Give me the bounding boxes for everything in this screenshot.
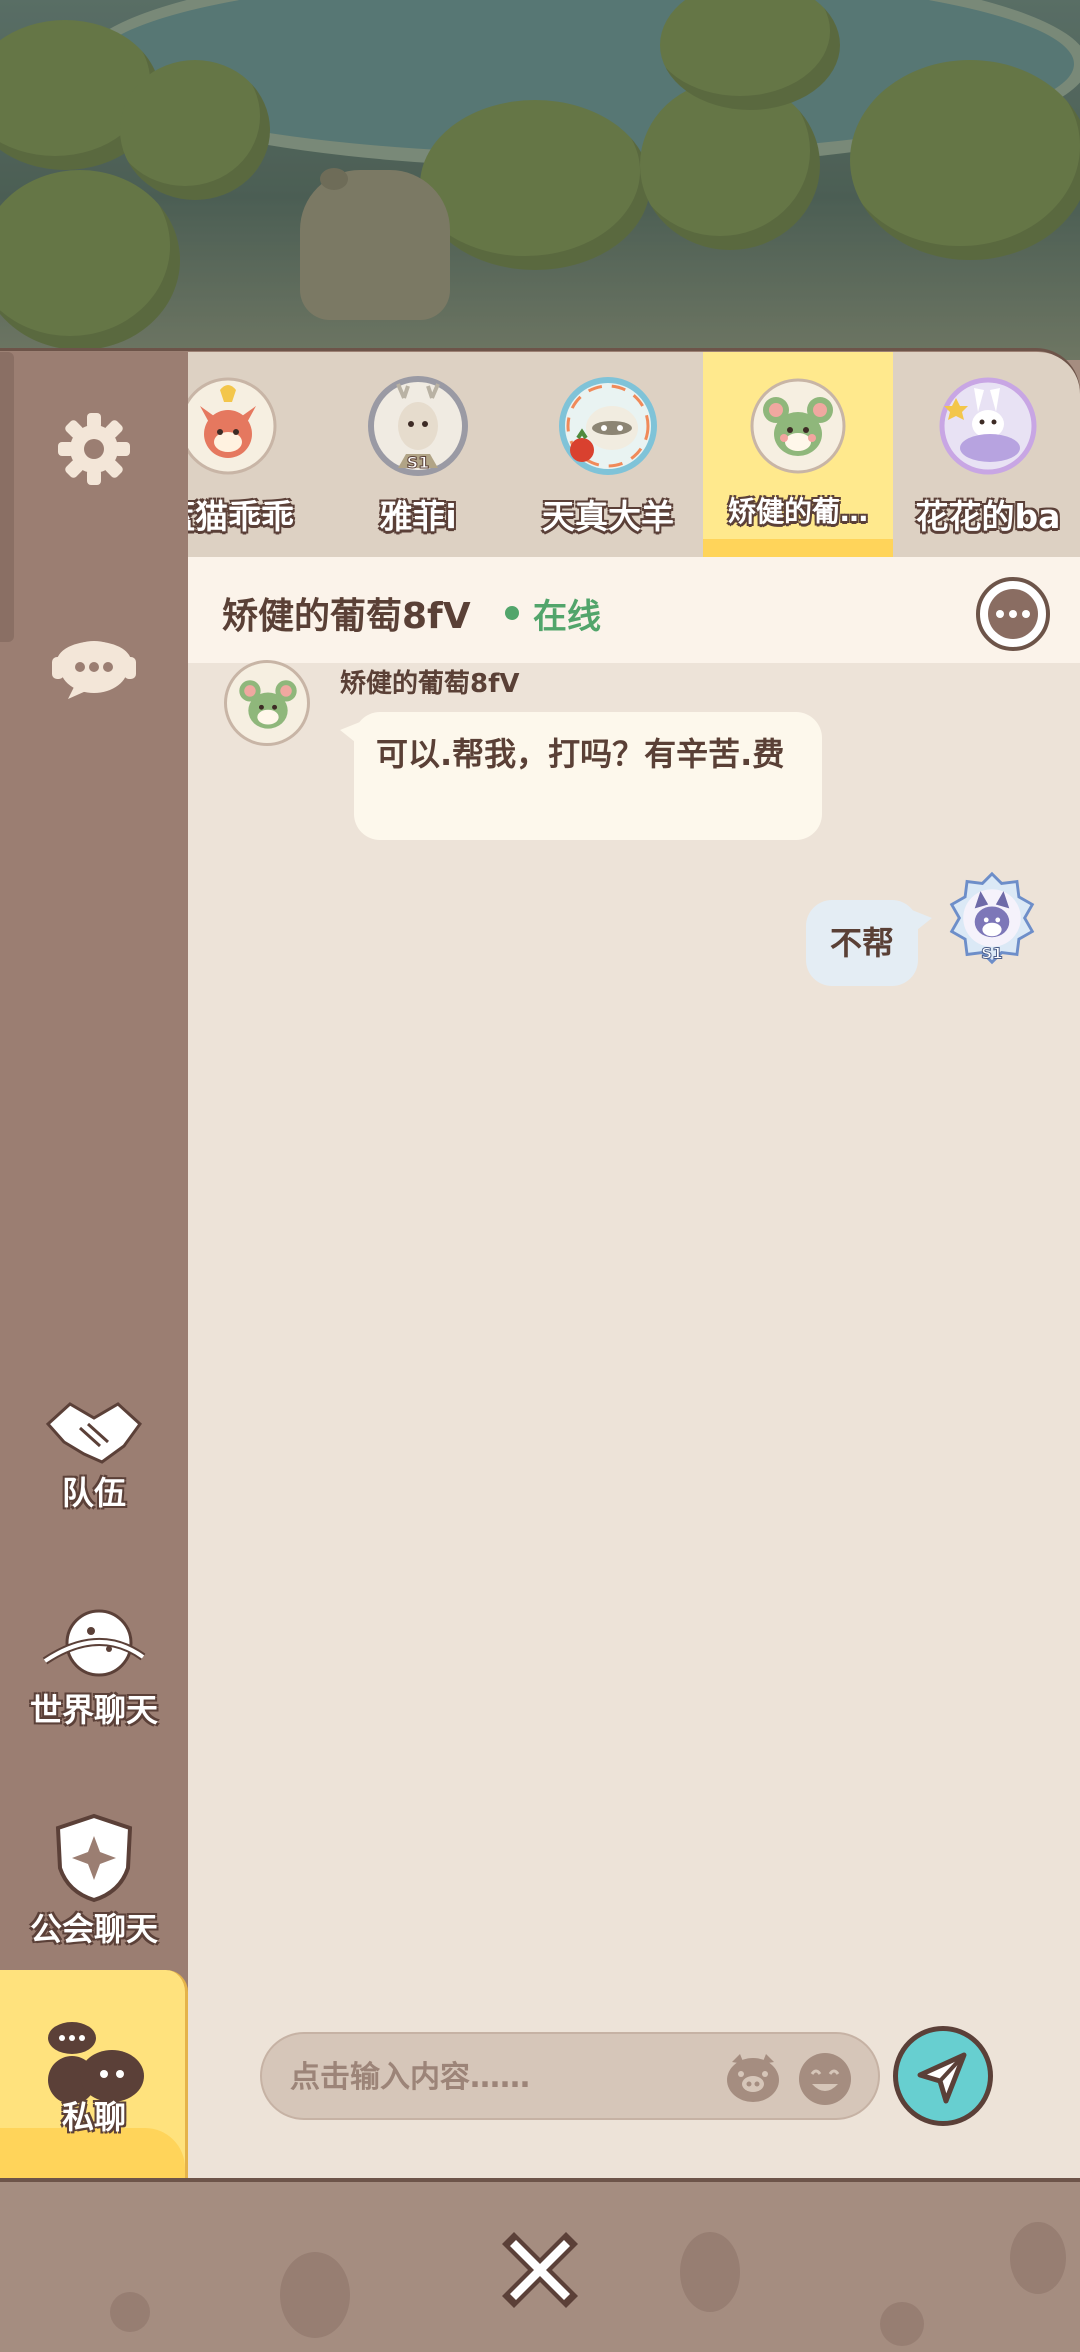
- contact-name: 花花的ba: [915, 497, 1061, 536]
- paw-decoration: [1010, 2222, 1066, 2294]
- sidebar-item-label: 公会聊天: [29, 1910, 158, 1948]
- paw-decoration: [110, 2292, 150, 2332]
- deer-avatar: S1: [368, 376, 468, 476]
- close-button[interactable]: [490, 2218, 590, 2318]
- close-icon: [502, 2232, 578, 2308]
- sender-avatar[interactable]: [224, 660, 310, 746]
- season-badge: S1: [407, 453, 430, 472]
- fox-avatar: [188, 377, 277, 475]
- headset-chat-icon: [52, 641, 136, 699]
- incoming-message-bubble: 可以.帮我，打吗？有辛苦.费: [340, 712, 822, 840]
- sidebar-edge: [0, 352, 14, 642]
- raccoon-avatar: [559, 377, 657, 475]
- online-status-dot: [505, 606, 519, 620]
- more-options-button[interactable]: [976, 577, 1050, 651]
- message-input[interactable]: [288, 2034, 712, 2120]
- pig-sticker-icon[interactable]: [724, 2052, 782, 2104]
- wolf-avatar: S1: [949, 871, 1035, 965]
- selected-tab-underline: [703, 539, 893, 557]
- paw-decoration: [680, 2232, 740, 2312]
- chat-header: 矫健的葡萄8fV 在线: [188, 557, 1080, 663]
- paw-decoration: [280, 2252, 350, 2338]
- sidebar-item-world-chat[interactable]: 世界聊天: [0, 1605, 188, 1731]
- contact-name: 蓝猫乖乖: [188, 497, 294, 536]
- my-avatar[interactable]: S1: [944, 870, 1040, 970]
- handshake-icon: [45, 1402, 143, 1464]
- contact-tab[interactable]: S1 雅菲i: [323, 352, 513, 557]
- bunny-avatar: [939, 377, 1037, 475]
- contact-tab[interactable]: 蓝猫乖乖: [188, 352, 323, 557]
- contact-tabs: 蓝猫乖乖 S1 雅菲i 天真大羊: [188, 352, 1080, 557]
- sidebar-item-label: 私聊: [61, 2098, 126, 2136]
- more-icon: [988, 589, 1038, 639]
- season-badge: S1: [981, 944, 1003, 962]
- game-scene-background: [0, 0, 1080, 360]
- gear-icon: [58, 413, 130, 485]
- message-input-box[interactable]: [260, 2032, 880, 2120]
- online-status: 在线: [533, 597, 601, 637]
- sidebar-item-label: 世界聊天: [29, 1691, 158, 1729]
- contact-tab-selected[interactable]: 矫健的葡…: [703, 352, 893, 557]
- peer-name: 矫健的葡萄8fV: [222, 596, 471, 637]
- private-chat-icon-wrapper: 私聊: [0, 2018, 188, 2156]
- contact-name: 矫健的葡…: [727, 495, 868, 528]
- planet-icon: [42, 1609, 146, 1677]
- contact-tab[interactable]: 天真大羊: [513, 352, 703, 557]
- contact-tab[interactable]: 花花的ba: [893, 352, 1080, 557]
- settings-button[interactable]: [0, 410, 188, 488]
- support-chat-button[interactable]: [0, 625, 188, 701]
- contact-name: 雅菲i: [379, 497, 457, 536]
- send-button[interactable]: [893, 2026, 993, 2126]
- sidebar-item-label: 队伍: [61, 1474, 126, 1512]
- message-sender-name: 矫健的葡萄8fV: [340, 669, 520, 699]
- contact-name: 天真大羊: [542, 497, 674, 536]
- paw-decoration: [880, 2302, 924, 2346]
- guild-shield-icon: [55, 1813, 133, 1903]
- sidebar-item-guild-chat[interactable]: 公会聊天: [0, 1812, 188, 1950]
- send-arrow-icon: [917, 2052, 967, 2104]
- mouse-avatar: [239, 680, 297, 729]
- sidebar-item-team[interactable]: 队伍: [0, 1398, 188, 1514]
- emoji-icon[interactable]: [798, 2052, 852, 2106]
- mouse-avatar: [750, 378, 846, 474]
- scene-dim-overlay: [0, 0, 1080, 360]
- outgoing-message-bubble: 不帮: [806, 900, 932, 986]
